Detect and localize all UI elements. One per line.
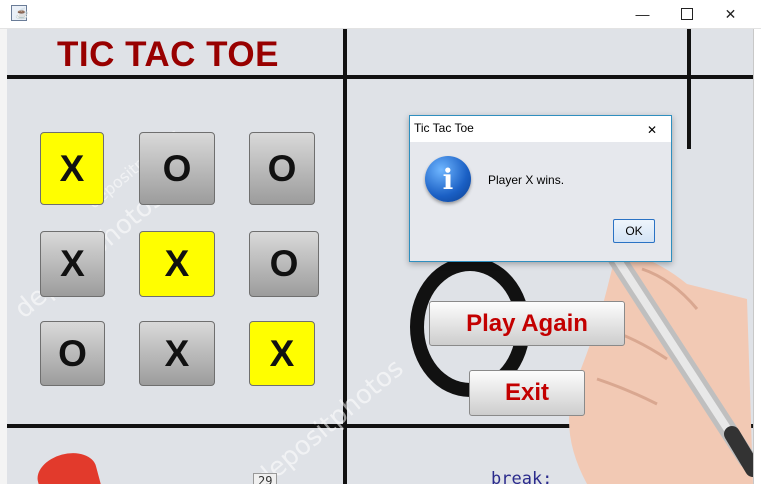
maximize-button[interactable] — [664, 0, 709, 28]
dialog-body: i Player X wins. OK — [410, 142, 671, 261]
board-cell-7[interactable]: O — [40, 321, 105, 386]
dialog-message: Player X wins. — [488, 173, 565, 187]
board-cell-2[interactable]: O — [139, 132, 215, 205]
window-titlebar: ☕ — ✕ — [0, 0, 761, 29]
ok-button[interactable]: OK — [613, 219, 655, 243]
background-code-text: break; — [491, 469, 553, 484]
board-cell-5[interactable]: X — [139, 231, 215, 297]
background-grid-line — [687, 29, 691, 149]
board-cell-6[interactable]: O — [249, 231, 319, 297]
close-icon: ✕ — [647, 123, 658, 137]
dialog-titlebar: Tic Tac Toe ✕ — [410, 116, 671, 142]
maximize-icon — [680, 8, 693, 20]
hand-with-pen-image — [569, 249, 753, 484]
background-line-number: 29 — [253, 473, 278, 484]
window-close-button[interactable]: ✕ — [708, 0, 753, 28]
message-dialog: Tic Tac Toe ✕ i Player X wins. OK — [409, 115, 672, 262]
right-edge — [753, 29, 761, 484]
game-title: TIC TAC TOE — [57, 35, 279, 74]
minimize-button[interactable]: — — [620, 0, 665, 28]
board-cell-4[interactable]: X — [40, 231, 105, 297]
board-cell-3[interactable]: O — [249, 132, 315, 205]
board-cell-8[interactable]: X — [139, 321, 215, 386]
play-again-button[interactable]: Play Again — [429, 301, 625, 346]
background-red-object — [32, 446, 102, 484]
dialog-title: Tic Tac Toe — [414, 121, 474, 135]
board-cell-9[interactable]: X — [249, 321, 315, 386]
exit-button[interactable]: Exit — [469, 370, 585, 416]
java-icon: ☕ — [11, 5, 29, 21]
dialog-close-button[interactable]: ✕ — [643, 118, 665, 140]
close-icon: ✕ — [724, 5, 737, 22]
info-icon: i — [425, 156, 471, 202]
background-grid-line — [7, 75, 753, 79]
minimize-icon: — — [635, 6, 650, 22]
board-cell-1[interactable]: X — [40, 132, 104, 205]
